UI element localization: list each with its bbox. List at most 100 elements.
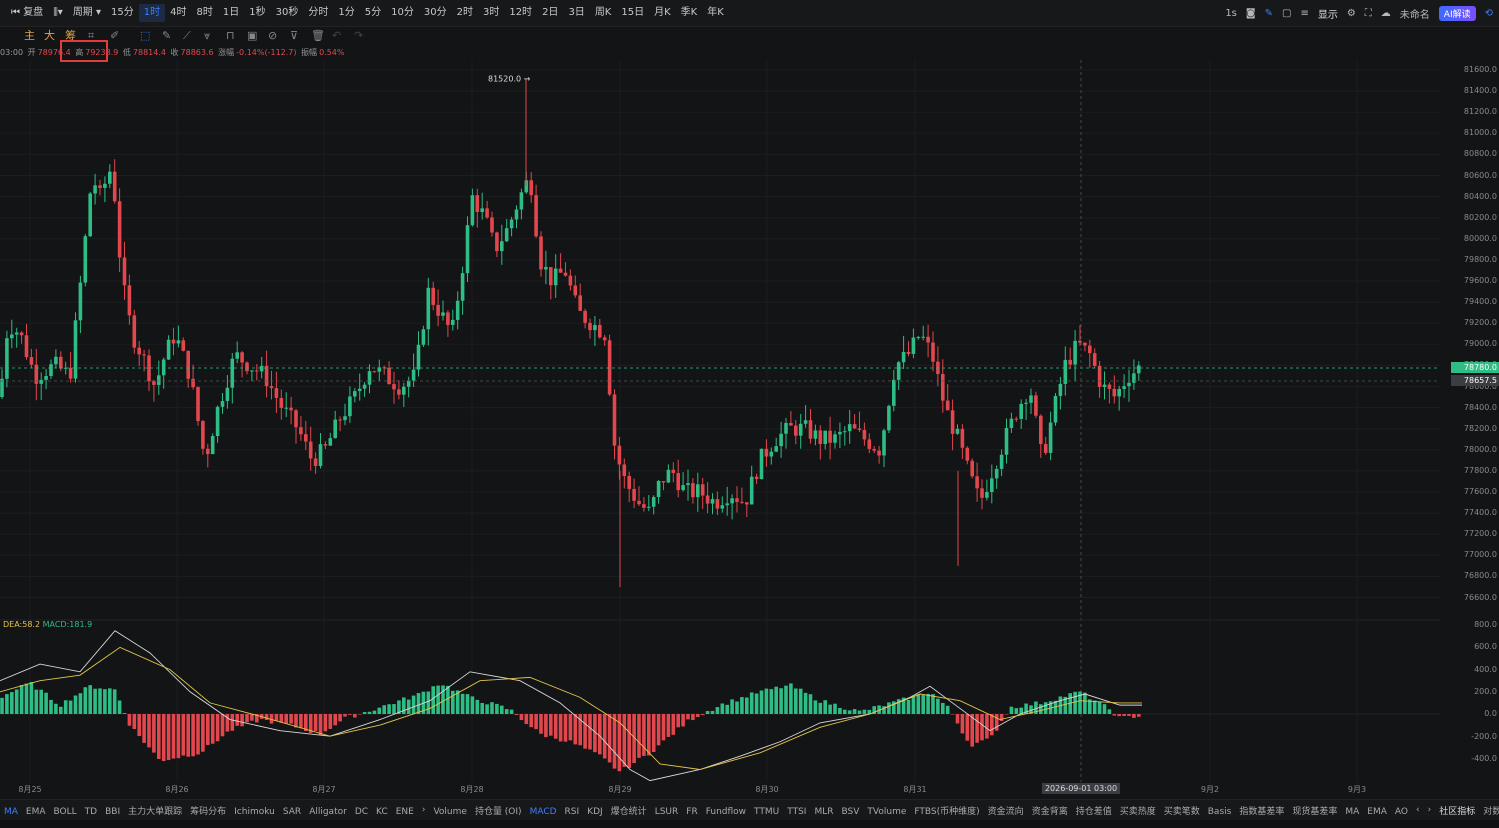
sub-indicator-25[interactable]: AO (1391, 807, 1412, 817)
sub-indicator-11[interactable]: MLR (810, 807, 837, 817)
sub-indicator-6[interactable]: LSUR (651, 807, 683, 817)
sub-indicator-17[interactable]: 持仓差值 (1072, 807, 1116, 817)
sub-indicator-21[interactable]: 指数基差率 (1235, 807, 1288, 817)
ai-button[interactable]: AI解读 (1438, 5, 1476, 21)
period-3[interactable]: 8时 (192, 4, 218, 22)
fullscreen-icon[interactable]: ⛶ (1365, 8, 1372, 19)
pattern-tool-icon[interactable]: ⩔ (204, 29, 210, 43)
period-13[interactable]: 3时 (478, 4, 504, 22)
gear-icon[interactable]: ⚙ (1347, 8, 1356, 19)
main-chart-toggle[interactable]: 主 (24, 29, 35, 43)
period-2[interactable]: 4时 (165, 4, 191, 22)
period-21[interactable]: 年K (702, 4, 729, 22)
period-5[interactable]: 1秒 (244, 4, 270, 22)
sub-indicator-24[interactable]: EMA (1363, 807, 1391, 817)
sub-indicator-2[interactable]: MACD (526, 807, 561, 817)
speed-label[interactable]: 1s (1225, 8, 1237, 19)
note-icon[interactable]: ▣ (247, 29, 257, 43)
period-7[interactable]: 分时 (303, 4, 333, 22)
sub-indicator-10[interactable]: TTSI (783, 807, 810, 817)
period-16[interactable]: 3日 (563, 4, 589, 22)
period-4[interactable]: 1日 (218, 4, 244, 22)
community-indicators-button[interactable]: 社区指标 (1435, 804, 1479, 817)
period-17[interactable]: 周K (590, 4, 617, 22)
sub-indicator-8[interactable]: Fundflow (702, 807, 750, 817)
sub-indicator-18[interactable]: 买卖热度 (1116, 807, 1160, 817)
period-0[interactable]: 15分 (106, 4, 139, 22)
redo-icon[interactable]: ↷ (354, 29, 363, 43)
undo-icon[interactable]: ↶ (332, 29, 341, 43)
main-indicator-8[interactable]: SAR (279, 807, 305, 817)
period-10[interactable]: 10分 (386, 4, 419, 22)
period-14[interactable]: 12时 (504, 4, 537, 22)
price-axis[interactable]: 81600.0 81400.0 81200.0 81000.0 80800.0 80600… (1440, 60, 1499, 620)
period-20[interactable]: 季K (676, 4, 703, 22)
sub-indicator-13[interactable]: TVolume (863, 807, 910, 817)
main-indicator-7[interactable]: Ichimoku (230, 807, 279, 817)
chevron-right-icon-2[interactable]: › (1424, 805, 1436, 815)
sub-indicator-0[interactable]: Volume (429, 807, 470, 817)
macd-bar (210, 714, 215, 744)
main-indicator-9[interactable]: Alligator (305, 807, 351, 817)
macd-bar (509, 709, 514, 714)
big-order-toggle[interactable]: 大 (44, 29, 55, 43)
period-12[interactable]: 2时 (452, 4, 478, 22)
main-indicator-11[interactable]: KC (372, 807, 392, 817)
period-18[interactable]: 15日 (616, 4, 649, 22)
chevron-left-icon[interactable]: ‹ (1412, 805, 1424, 815)
brush-icon[interactable]: ✐ (110, 29, 119, 43)
line-tool-icon[interactable]: ⟋ (183, 29, 191, 43)
pencil-icon[interactable]: ✎ (162, 29, 171, 43)
main-indicator-6[interactable]: 筹码分布 (186, 807, 230, 817)
period-9[interactable]: 5分 (360, 4, 386, 22)
sub-indicator-23[interactable]: MA (1341, 807, 1363, 817)
sub-indicator-12[interactable]: BSV (838, 807, 864, 817)
sub-indicator-5[interactable]: 爆仓统计 (607, 807, 651, 817)
period-19[interactable]: 月K (649, 4, 676, 22)
sub-indicator-16[interactable]: 资金背离 (1028, 807, 1072, 817)
camera-icon[interactable]: ◙ (1246, 8, 1256, 19)
main-indicator-10[interactable]: DC (351, 807, 372, 817)
main-indicator-1[interactable]: EMA (22, 807, 50, 817)
candlestick-chart[interactable]: 81520.0 → (0, 60, 1440, 782)
main-indicator-4[interactable]: BBI (101, 807, 124, 817)
cloud-icon[interactable]: ☁ (1381, 8, 1391, 19)
main-indicator-0[interactable]: MA (0, 807, 22, 817)
period-8[interactable]: 1分 (333, 4, 359, 22)
candle-icon[interactable]: ⫼▾ (48, 4, 68, 22)
chevron-right-icon[interactable]: › (418, 805, 430, 815)
share-icon[interactable]: ⟲ (1485, 8, 1493, 19)
sub-indicator-22[interactable]: 现货基差率 (1288, 807, 1341, 817)
sub-indicator-1[interactable]: 持仓量 (OI) (471, 807, 526, 817)
filter-icon[interactable]: ⊽ (290, 29, 298, 43)
display-button[interactable]: 显示 (1318, 6, 1338, 21)
sub-indicator-15[interactable]: 资金流向 (984, 807, 1028, 817)
sub-indicator-19[interactable]: 买卖笔数 (1160, 807, 1204, 817)
trash-icon[interactable]: 🗑 (311, 29, 325, 43)
sub-indicator-14[interactable]: FTBS(币种维度) (910, 807, 983, 817)
period-15[interactable]: 2日 (537, 4, 563, 22)
lock-icon[interactable]: ⊓ (226, 29, 235, 43)
replay-button[interactable]: ⏮ 复盘 (6, 4, 48, 22)
sub-indicator-7[interactable]: FR (682, 807, 701, 817)
menu-icon[interactable]: ≡ (1300, 8, 1308, 19)
account-label[interactable]: 未命名 (1400, 6, 1430, 21)
sub-indicator-4[interactable]: KDJ (583, 807, 607, 817)
pen-icon[interactable]: ✎ (1265, 8, 1273, 19)
log-scale-button[interactable]: 对数 (1479, 804, 1499, 817)
select-tool-icon[interactable]: ⬚ (140, 29, 150, 43)
sub-indicator-20[interactable]: Basis (1204, 807, 1236, 817)
main-indicator-3[interactable]: TD (81, 807, 101, 817)
sub-indicator-9[interactable]: TTMU (750, 807, 783, 817)
period-menu[interactable]: 周期 ▾ (68, 4, 106, 22)
period-6[interactable]: 30秒 (271, 4, 304, 22)
window-icon[interactable]: ▢ (1282, 8, 1291, 19)
magnet-icon[interactable]: ⊘ (268, 29, 277, 43)
period-1[interactable]: 1时 (138, 4, 166, 22)
main-indicator-5[interactable]: 主力大单跟踪 (124, 807, 186, 817)
sub-indicator-3[interactable]: RSI (561, 807, 584, 817)
macd-bar (534, 714, 538, 730)
period-11[interactable]: 30分 (419, 4, 452, 22)
main-indicator-2[interactable]: BOLL (50, 807, 81, 817)
main-indicator-12[interactable]: ENE (392, 807, 418, 817)
